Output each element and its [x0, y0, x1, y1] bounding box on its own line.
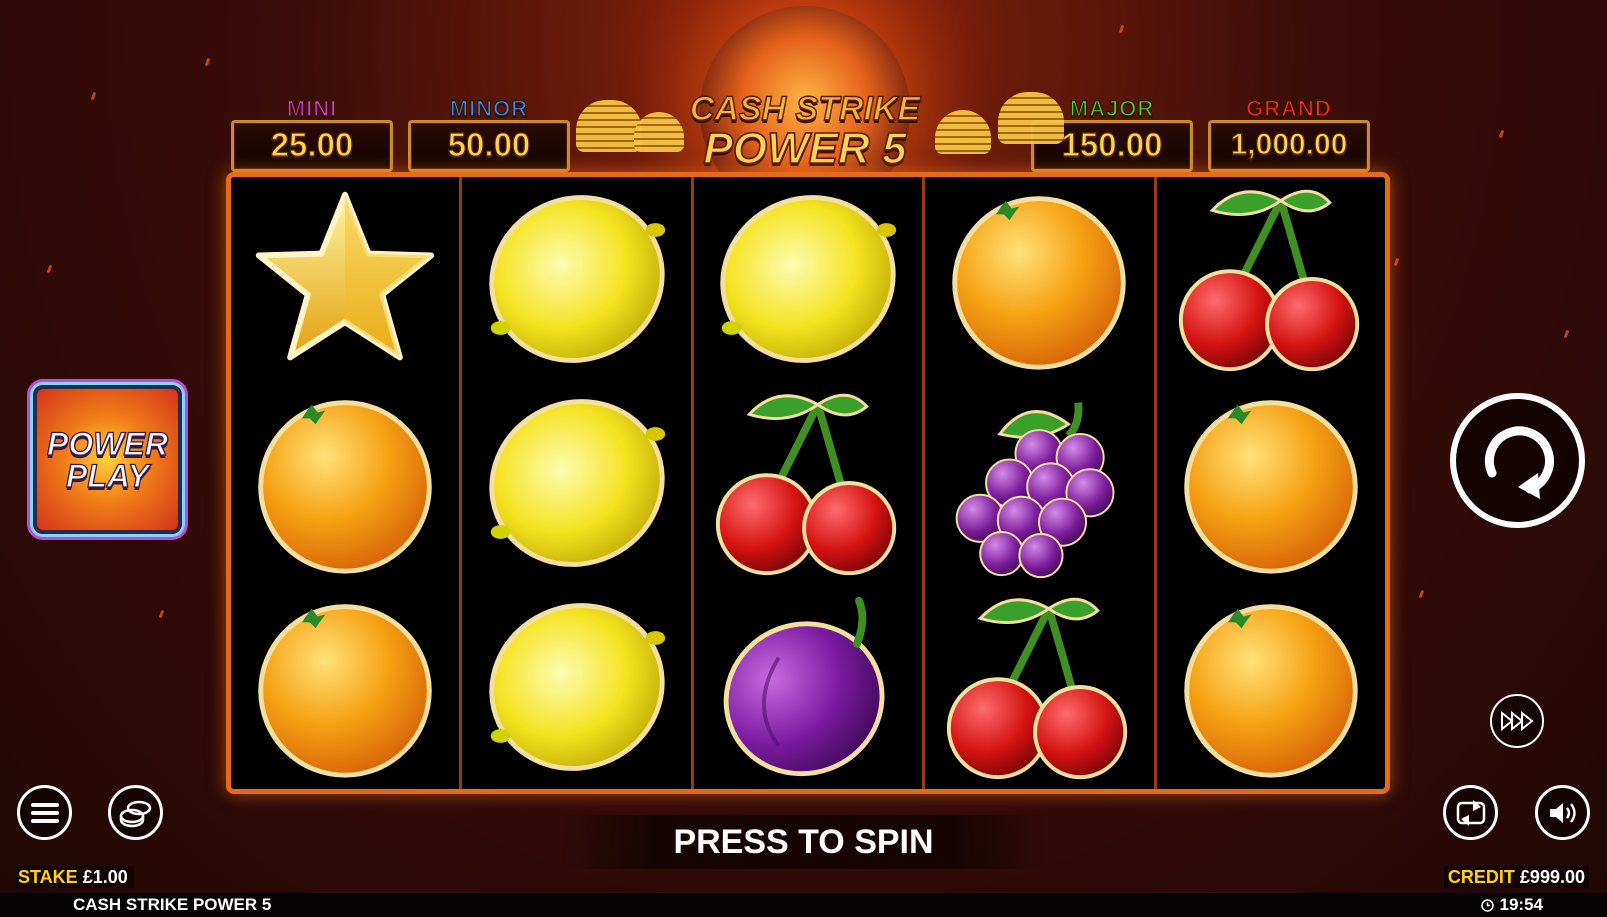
stake-value: £1.00 [82, 867, 128, 887]
gold-coins-decoration [998, 92, 1064, 144]
orange-icon [258, 400, 432, 574]
jackpot-grand-value: 1,000.00 [1230, 127, 1348, 161]
jackpot-minor: MINOR 50.00 [408, 95, 570, 172]
reel-grid [226, 172, 1390, 794]
menu-button[interactable] [17, 785, 72, 840]
cherry-symbol [694, 381, 922, 585]
coins-icon [119, 800, 151, 827]
cherry-symbol [1157, 177, 1385, 381]
orange-symbol [1157, 585, 1385, 789]
autoplay-button[interactable] [1443, 785, 1498, 840]
orange-symbol [1157, 381, 1385, 585]
ember-decoration [158, 609, 165, 619]
lemon-icon [488, 603, 665, 771]
lemon-symbol [462, 177, 690, 381]
lemon-symbol [462, 585, 690, 789]
stake-label: STAKE [18, 867, 78, 887]
ember-decoration [1563, 329, 1570, 339]
reel-2 [462, 177, 694, 789]
ember-decoration [1118, 24, 1125, 34]
jackpot-mini: MINI 25.00 [231, 95, 393, 172]
reel-1 [231, 177, 463, 789]
spin-button[interactable] [1450, 393, 1585, 528]
clock-icon [1480, 898, 1494, 912]
ember-decoration [90, 91, 97, 101]
clock-time: 19:54 [1499, 895, 1543, 914]
stake-button[interactable] [108, 785, 163, 840]
power-play-line-2: PLAY [65, 457, 149, 494]
cherry-icon [715, 393, 897, 576]
orange-icon [1184, 604, 1358, 778]
menu-icon [30, 802, 59, 823]
orange-icon [1184, 400, 1358, 574]
lemon-icon [488, 399, 665, 567]
press-to-spin-message: PRESS TO SPIN [560, 815, 1047, 869]
turbo-button[interactable] [1490, 694, 1544, 748]
orange-symbol [925, 177, 1153, 381]
jackpot-minor-label: MINOR [449, 95, 529, 121]
lemon-icon [488, 195, 665, 363]
credit-label: CREDIT [1447, 867, 1515, 887]
plum-symbol [694, 585, 922, 789]
star-icon [256, 191, 435, 361]
orange-icon [258, 604, 432, 778]
ember-decoration [1393, 257, 1400, 267]
fast-forward-icon [1501, 711, 1534, 731]
sound-button[interactable] [1535, 785, 1590, 840]
star-symbol [231, 177, 459, 381]
credit-value: £999.00 [1519, 867, 1585, 887]
orange-icon [952, 196, 1127, 370]
power-play-line-1: POWER [46, 425, 168, 462]
game-logo: CASH STRIKE POWER 5 [670, 90, 940, 173]
game-name-label: CASH STRIKE POWER 5 [73, 895, 272, 914]
jackpot-mini-label: MINI [286, 95, 338, 121]
lemon-icon [720, 195, 897, 363]
ember-decoration [1498, 129, 1505, 139]
gold-coins-decoration [576, 100, 642, 152]
clock: 19:54 [1480, 895, 1543, 915]
reel-3 [694, 177, 926, 789]
grapes-symbol [925, 381, 1153, 585]
jackpot-mini-value: 25.00 [270, 125, 354, 163]
orange-symbol [231, 381, 459, 585]
cherry-symbol [925, 585, 1153, 789]
reel-5 [1157, 177, 1385, 789]
lemon-symbol [694, 177, 922, 381]
ember-decoration [1418, 589, 1425, 599]
grapes-icon [956, 402, 1115, 579]
plum-icon [723, 596, 885, 777]
stake-display: STAKE £1.00 [16, 866, 134, 888]
reel-4 [925, 177, 1157, 789]
ember-decoration [46, 264, 53, 274]
gold-coins-decoration [935, 110, 991, 154]
cherry-icon [947, 597, 1128, 780]
cherry-icon [1178, 189, 1360, 372]
jackpot-grand-label: GRAND [1245, 95, 1332, 121]
logo-line-1: CASH STRIKE [689, 90, 921, 128]
power-play-button[interactable]: POWER PLAY [33, 385, 182, 534]
spin-icon [1484, 425, 1554, 499]
lemon-symbol [462, 381, 690, 585]
sound-icon [1549, 802, 1576, 823]
jackpot-minor-value: 50.00 [447, 125, 531, 163]
orange-symbol [231, 585, 459, 789]
jackpot-grand: GRAND 1,000.00 [1208, 95, 1370, 172]
ember-decoration [204, 57, 211, 67]
autoplay-icon [1456, 799, 1485, 826]
credit-display: CREDIT £999.00 [1443, 866, 1589, 888]
logo-line-2: POWER 5 [703, 124, 908, 173]
